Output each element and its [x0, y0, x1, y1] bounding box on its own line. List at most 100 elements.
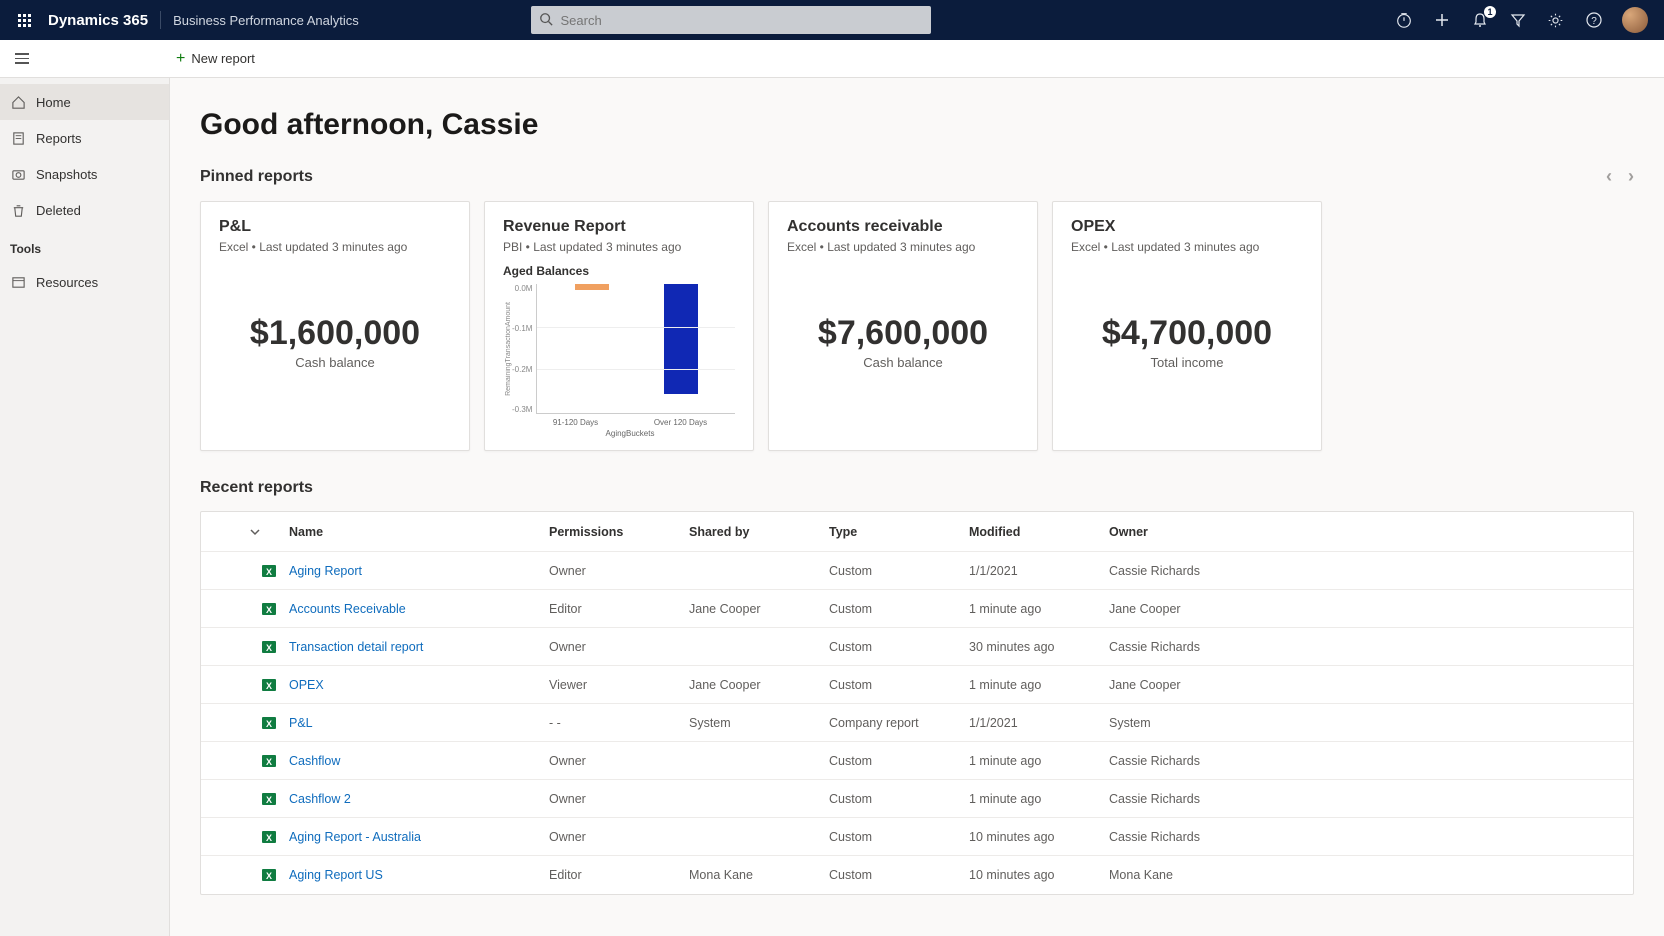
divider: [160, 11, 161, 29]
cell-type: Custom: [829, 792, 969, 806]
carousel-next-icon[interactable]: ›: [1628, 166, 1634, 187]
svg-text:X: X: [266, 871, 272, 881]
app-launcher-icon[interactable]: [8, 4, 40, 36]
pinned-card-pl[interactable]: P&L Excel • Last updated 3 minutes ago $…: [200, 201, 470, 451]
excel-icon: X: [261, 601, 277, 617]
table-row[interactable]: XAging Report USEditorMona KaneCustom10 …: [201, 856, 1633, 894]
chart-area: RemainingTransactionAmount 0.0M -0.1M -0…: [503, 284, 735, 414]
table-row[interactable]: XP&L- -SystemCompany report1/1/2021Syste…: [201, 704, 1633, 742]
sidebar-item-resources[interactable]: Resources: [0, 264, 169, 300]
new-report-label: New report: [191, 51, 255, 66]
cell-permissions: Editor: [549, 868, 689, 882]
timer-icon[interactable]: [1394, 10, 1414, 30]
table-row[interactable]: XAging ReportOwnerCustom1/1/2021Cassie R…: [201, 552, 1633, 590]
cell-owner: Jane Cooper: [1109, 678, 1613, 692]
help-icon[interactable]: ?: [1584, 10, 1604, 30]
greeting: Good afternoon, Cassie: [200, 108, 1634, 142]
cell-permissions: Owner: [549, 564, 689, 578]
sidebar-label: Home: [36, 95, 71, 110]
excel-icon: X: [261, 829, 277, 845]
new-report-button[interactable]: + New report: [176, 50, 255, 68]
sort-toggle-icon[interactable]: [201, 526, 261, 538]
col-modified[interactable]: Modified: [969, 525, 1109, 539]
report-name-link[interactable]: Cashflow 2: [289, 792, 549, 806]
add-icon[interactable]: [1432, 10, 1452, 30]
col-owner[interactable]: Owner: [1109, 525, 1613, 539]
sidebar-label: Reports: [36, 131, 82, 146]
cell-permissions: Editor: [549, 602, 689, 616]
report-name-link[interactable]: Aging Report - Australia: [289, 830, 549, 844]
cell-modified: 1/1/2021: [969, 564, 1109, 578]
table-row[interactable]: XAccounts ReceivableEditorJane CooperCus…: [201, 590, 1633, 628]
search-icon: [539, 12, 553, 26]
cell-permissions: - -: [549, 716, 689, 730]
user-avatar[interactable]: [1622, 7, 1648, 33]
report-name-link[interactable]: OPEX: [289, 678, 549, 692]
card-label: Cash balance: [219, 355, 451, 370]
pinned-card-revenue[interactable]: Revenue Report PBI • Last updated 3 minu…: [484, 201, 754, 451]
table-row[interactable]: XTransaction detail reportOwnerCustom30 …: [201, 628, 1633, 666]
card-subtitle: Excel • Last updated 3 minutes ago: [219, 240, 451, 254]
cell-modified: 1 minute ago: [969, 792, 1109, 806]
settings-icon[interactable]: [1546, 10, 1566, 30]
col-permissions[interactable]: Permissions: [549, 525, 689, 539]
report-name-link[interactable]: Accounts Receivable: [289, 602, 549, 616]
report-name-link[interactable]: Cashflow: [289, 754, 549, 768]
app-name: Business Performance Analytics: [173, 13, 359, 28]
cell-modified: 1 minute ago: [969, 678, 1109, 692]
brand-name[interactable]: Dynamics 365: [48, 12, 148, 29]
chart-xlabel: AgingBuckets: [503, 429, 735, 438]
report-name-link[interactable]: P&L: [289, 716, 549, 730]
excel-icon: X: [261, 753, 277, 769]
ytick: -0.3M: [512, 405, 532, 414]
sidebar-item-snapshots[interactable]: Snapshots: [0, 156, 169, 192]
table-row[interactable]: XOPEXViewerJane CooperCustom1 minute ago…: [201, 666, 1633, 704]
cell-modified: 30 minutes ago: [969, 640, 1109, 654]
svg-text:X: X: [266, 833, 272, 843]
svg-text:X: X: [266, 567, 272, 577]
notification-badge: 1: [1484, 6, 1496, 18]
excel-icon: X: [261, 715, 277, 731]
command-bar: + New report: [0, 40, 1664, 78]
pinned-card-opex[interactable]: OPEX Excel • Last updated 3 minutes ago …: [1052, 201, 1322, 451]
cell-permissions: Owner: [549, 640, 689, 654]
pinned-title-text: Pinned reports: [200, 168, 313, 186]
col-name[interactable]: Name: [289, 525, 549, 539]
cell-owner: Cassie Richards: [1109, 792, 1613, 806]
table-row[interactable]: XCashflow 2OwnerCustom1 minute agoCassie…: [201, 780, 1633, 818]
col-sharedby[interactable]: Shared by: [689, 525, 829, 539]
report-name-link[interactable]: Aging Report: [289, 564, 549, 578]
chart-xaxis: 91-120 Days Over 120 Days: [503, 418, 735, 427]
sidebar-item-reports[interactable]: Reports: [0, 120, 169, 156]
sidebar-tools-header: Tools: [0, 228, 169, 264]
nav-toggle-icon[interactable]: [8, 45, 36, 73]
reports-icon: [10, 130, 26, 146]
carousel-prev-icon[interactable]: ‹: [1606, 166, 1612, 187]
notifications-icon[interactable]: 1: [1470, 10, 1490, 30]
table-row[interactable]: XCashflowOwnerCustom1 minute agoCassie R…: [201, 742, 1633, 780]
home-icon: [10, 94, 26, 110]
cell-owner: Cassie Richards: [1109, 754, 1613, 768]
table-row[interactable]: XAging Report - AustraliaOwnerCustom10 m…: [201, 818, 1633, 856]
sidebar-item-home[interactable]: Home: [0, 84, 169, 120]
cell-sharedby: System: [689, 716, 829, 730]
sidebar-item-deleted[interactable]: Deleted: [0, 192, 169, 228]
cell-modified: 10 minutes ago: [969, 868, 1109, 882]
card-value: $4,700,000: [1071, 314, 1303, 353]
cell-sharedby: Jane Cooper: [689, 678, 829, 692]
cell-type: Custom: [829, 868, 969, 882]
col-type[interactable]: Type: [829, 525, 969, 539]
cell-modified: 10 minutes ago: [969, 830, 1109, 844]
chart-title: Aged Balances: [503, 264, 735, 278]
pinned-card-ar[interactable]: Accounts receivable Excel • Last updated…: [768, 201, 1038, 451]
search-input[interactable]: [531, 6, 931, 34]
cell-modified: 1 minute ago: [969, 754, 1109, 768]
report-name-link[interactable]: Transaction detail report: [289, 640, 549, 654]
sidebar: Home Reports Snapshots Deleted Tools Res…: [0, 78, 170, 936]
cell-permissions: Owner: [549, 830, 689, 844]
cell-sharedby: Jane Cooper: [689, 602, 829, 616]
filter-icon[interactable]: [1508, 10, 1528, 30]
chart-bar: [575, 284, 609, 290]
report-name-link[interactable]: Aging Report US: [289, 868, 549, 882]
pinned-cards: P&L Excel • Last updated 3 minutes ago $…: [200, 201, 1634, 451]
